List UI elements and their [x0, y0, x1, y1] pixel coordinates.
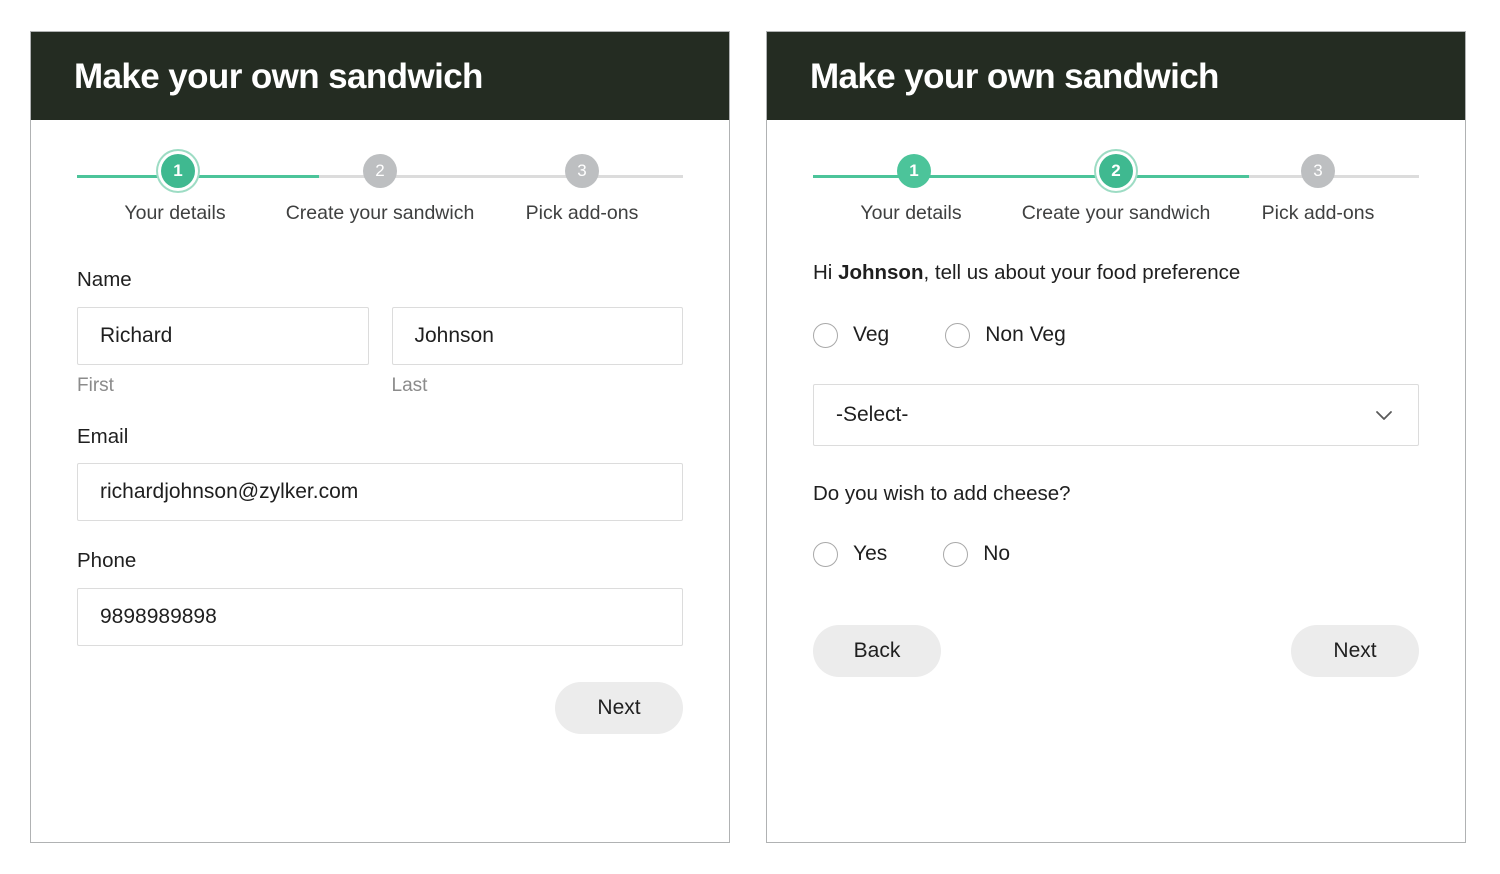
last-name-hint: Last [391, 374, 428, 396]
sandwich-form-card-step-1: Make your own sandwich 1 Your details 2 … [30, 31, 730, 843]
last-name-col: Johnson Last [391, 306, 683, 397]
progress-stepper-2: 1 Your details 2 Create your sandwich 3 … [813, 154, 1419, 240]
step-circle-1: 1 [160, 154, 195, 188]
stepper-steps: 1 Your details 2 Create your sandwich 3 … [77, 154, 683, 224]
step-2-actions: Back Next [813, 624, 1419, 677]
phone-input[interactable]: 9898989898 [77, 587, 683, 646]
step-circle-3: 3 [565, 154, 600, 188]
stepper-steps-2: 1 Your details 2 Create your sandwich 3 … [813, 154, 1419, 224]
first-name-col: Richard First [77, 306, 369, 397]
name-inputs-row: Richard First Johnson Last [77, 306, 683, 397]
step-item-1[interactable]: 1 Your details [77, 154, 279, 224]
back-button[interactable]: Back [813, 624, 941, 677]
sandwich-select-dropdown[interactable]: -Select- [813, 383, 1419, 446]
email-label: Email [77, 424, 129, 448]
step-1-actions: Next [77, 681, 683, 734]
email-input[interactable]: richardjohnson@zylker.com [77, 463, 683, 522]
step-label-1: Your details [124, 202, 226, 224]
radio-option-no[interactable]: No [943, 541, 1011, 567]
step-item-2[interactable]: 2 Create your sandwich [279, 154, 481, 224]
radio-label-non-veg: Non Veg [985, 323, 1066, 347]
step-label-2: Create your sandwich [285, 202, 475, 224]
step-circle-2: 2 [363, 154, 397, 188]
radio-circle-icon [813, 322, 838, 348]
cheese-radio-group: Yes No [813, 541, 1419, 567]
page-root: Make your own sandwich 1 Your details 2 … [0, 0, 1500, 874]
first-name-input[interactable]: Richard [77, 306, 369, 365]
next-button-2[interactable]: Next [1291, 624, 1419, 677]
card-header: Make your own sandwich [31, 32, 729, 120]
card-body-2: 1 Your details 2 Create your sandwich 3 … [767, 154, 1465, 842]
page-title: Make your own sandwich [74, 56, 483, 96]
radio-label-veg: Veg [853, 323, 890, 347]
radio-option-yes[interactable]: Yes [813, 541, 888, 567]
name-label: Name [77, 268, 132, 291]
card-body: 1 Your details 2 Create your sandwich 3 … [31, 154, 729, 842]
step-label-3-b: Pick add-ons [1261, 202, 1375, 224]
first-name-hint: First [77, 374, 114, 396]
greeting-text: Hi Johnson, tell us about your food pref… [813, 260, 1419, 287]
step-circle-1-b: 1 [896, 154, 931, 188]
last-name-input[interactable]: Johnson [391, 306, 683, 365]
name-field-group: Name Richard First Johnson Last [77, 268, 683, 397]
step-circle-2-b: 2 [1099, 154, 1133, 188]
greeting-name: Johnson [838, 261, 924, 284]
step-item-1-b[interactable]: 1 Your details [813, 154, 1015, 224]
food-preference-radio-group: Veg Non Veg [813, 322, 1419, 348]
progress-stepper: 1 Your details 2 Create your sandwich 3 … [77, 154, 683, 240]
greeting-suffix: , tell us about your food preference [923, 261, 1241, 284]
step-item-3-b[interactable]: 3 Pick add-ons [1217, 154, 1419, 224]
step-item-2-b[interactable]: 2 Create your sandwich [1015, 154, 1217, 224]
email-field-group: Email richardjohnson@zylker.com [77, 425, 683, 522]
step-label-2-b: Create your sandwich [1021, 202, 1211, 224]
radio-label-no: No [983, 542, 1011, 566]
phone-field-group: Phone 9898989898 [77, 549, 683, 646]
radio-circle-icon [943, 541, 969, 567]
select-value: -Select- [836, 402, 909, 426]
step-label-3: Pick add-ons [525, 202, 639, 224]
radio-circle-icon [813, 541, 838, 567]
next-button[interactable]: Next [555, 681, 683, 734]
page-title-2: Make your own sandwich [810, 56, 1219, 96]
chevron-down-icon [1372, 403, 1396, 427]
cheese-question-label: Do you wish to add cheese? [813, 481, 1071, 505]
step-circle-3-b: 3 [1301, 154, 1336, 188]
sandwich-form-card-step-2: Make your own sandwich 1 Your details 2 … [766, 31, 1466, 843]
greeting-prefix: Hi [813, 261, 839, 284]
step-label-1-b: Your details [860, 202, 962, 224]
radio-label-yes: Yes [853, 542, 888, 566]
card-header-2: Make your own sandwich [767, 32, 1465, 120]
phone-label: Phone [77, 549, 137, 573]
radio-option-non-veg[interactable]: Non Veg [945, 322, 1066, 348]
radio-circle-icon [945, 322, 971, 348]
radio-option-veg[interactable]: Veg [813, 322, 890, 348]
step-item-3[interactable]: 3 Pick add-ons [481, 154, 683, 224]
